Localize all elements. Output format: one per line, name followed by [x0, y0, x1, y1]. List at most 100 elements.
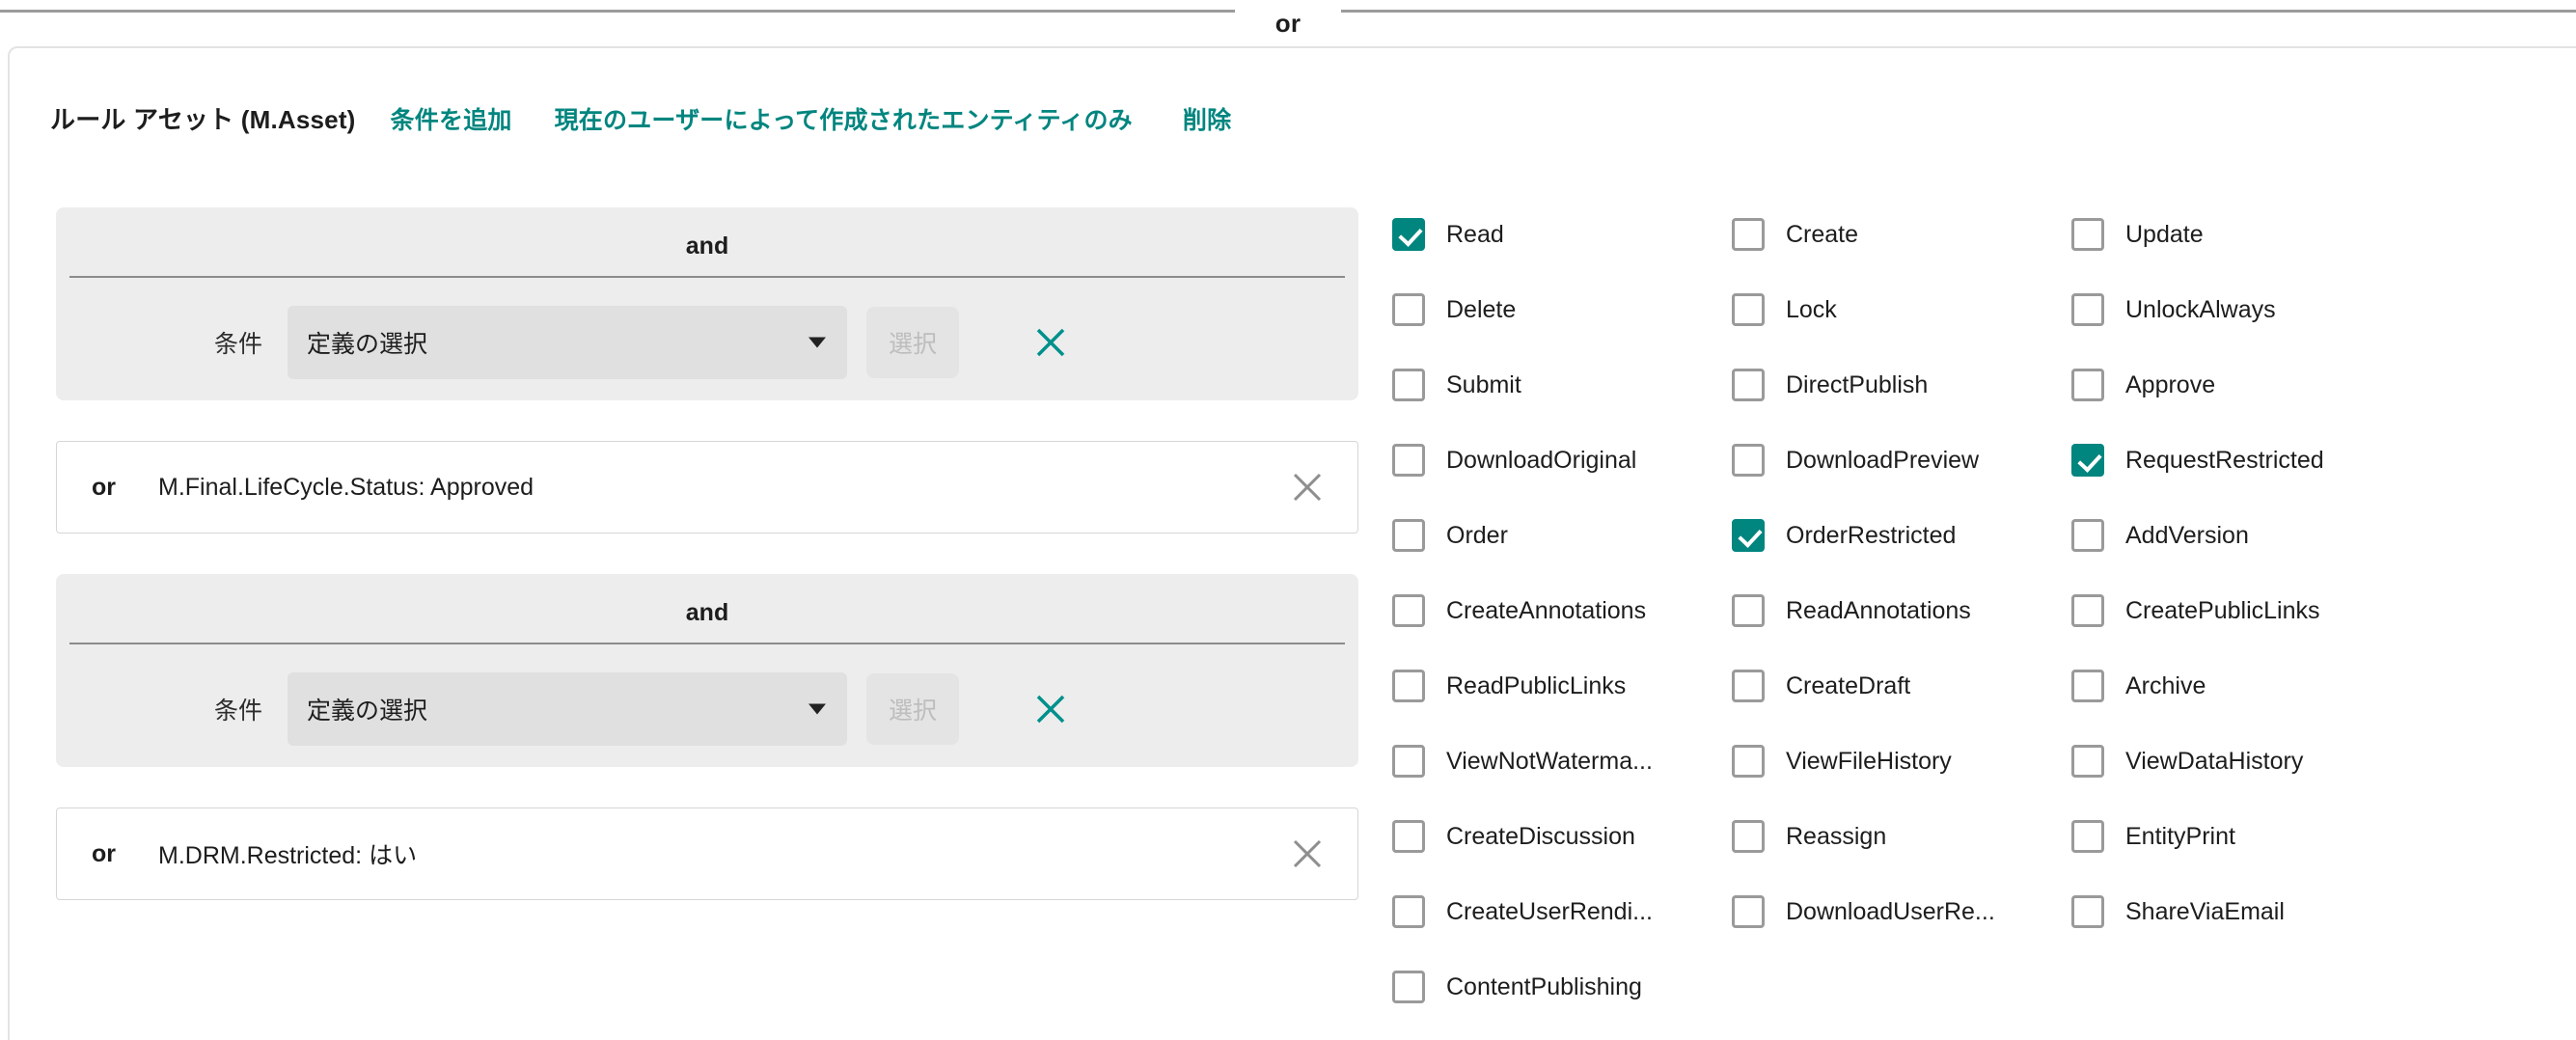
checkbox-unchecked-icon[interactable] [1732, 444, 1765, 477]
permission-checkbox-downloadpreview[interactable]: DownloadPreview [1732, 438, 2071, 482]
permission-checkbox-read[interactable]: Read [1392, 212, 1732, 257]
permission-checkbox-reassign[interactable]: Reassign [1732, 814, 2071, 859]
permission-label: ViewDataHistory [2125, 747, 2304, 775]
permission-checkbox-delete[interactable]: Delete [1392, 287, 1732, 332]
permission-checkbox-requestrestricted[interactable]: RequestRestricted [2071, 438, 2411, 482]
checkbox-unchecked-icon[interactable] [2071, 820, 2104, 853]
checkbox-unchecked-icon[interactable] [1392, 293, 1425, 326]
close-icon [1036, 695, 1065, 724]
permission-label: ReadPublicLinks [1446, 671, 1627, 699]
permission-checkbox-viewnotwaterma[interactable]: ViewNotWaterma... [1392, 739, 1732, 783]
permission-checkbox-addversion[interactable]: AddVersion [2071, 513, 2411, 558]
checkbox-unchecked-icon[interactable] [1392, 745, 1425, 778]
rule-editor-screen: or ルール アセット (M.Asset) 条件を追加 現在のユーザーによって作… [0, 0, 2576, 1040]
chevron-down-icon [808, 337, 826, 348]
permission-label: Submit [1446, 370, 1521, 398]
checkbox-unchecked-icon[interactable] [1392, 895, 1425, 928]
only-current-user-link[interactable]: 現在のユーザーによって作成されたエンティティのみ [555, 101, 1133, 136]
checkbox-unchecked-icon[interactable] [2071, 594, 2104, 627]
checkbox-unchecked-icon[interactable] [2071, 293, 2104, 326]
add-condition-link[interactable]: 条件を追加 [391, 101, 512, 136]
permission-checkbox-shareviaemail[interactable]: ShareViaEmail [2071, 889, 2411, 934]
permission-label: EntityPrint [2125, 822, 2235, 850]
checkbox-checked-icon[interactable] [2071, 444, 2104, 477]
checkbox-unchecked-icon[interactable] [2071, 670, 2104, 702]
delete-rule-link[interactable]: 削除 [1183, 101, 1231, 136]
permission-checkbox-order[interactable]: Order [1392, 513, 1732, 558]
remove-condition-button[interactable] [1028, 687, 1073, 731]
permission-checkbox-lock[interactable]: Lock [1732, 287, 2071, 332]
permission-checkbox-viewfilehistory[interactable]: ViewFileHistory [1732, 739, 2071, 783]
checkbox-checked-icon[interactable] [1392, 218, 1425, 251]
definition-select[interactable]: 定義の選択 [288, 306, 847, 379]
condition-row: 条件 定義の選択 選択 [56, 304, 1358, 381]
checkbox-unchecked-icon[interactable] [1732, 745, 1765, 778]
permission-checkbox-createdraft[interactable]: CreateDraft [1732, 664, 2071, 708]
and-group: and 条件 定義の選択 選択 [56, 574, 1358, 767]
checkbox-unchecked-icon[interactable] [1732, 369, 1765, 401]
checkbox-unchecked-icon[interactable] [1392, 670, 1425, 702]
or-condition-row[interactable]: or M.Final.LifeCycle.Status: Approved [56, 441, 1358, 534]
and-group-label: and [685, 233, 729, 260]
checkbox-unchecked-icon[interactable] [1392, 971, 1425, 1003]
permission-checkbox-createpubliclinks[interactable]: CreatePublicLinks [2071, 588, 2411, 633]
remove-or-condition-button[interactable] [1286, 833, 1329, 875]
checkbox-unchecked-icon[interactable] [2071, 745, 2104, 778]
checkbox-unchecked-icon[interactable] [1392, 444, 1425, 477]
or-row-label: or [92, 473, 116, 501]
pick-button[interactable]: 選択 [866, 307, 959, 378]
checkbox-unchecked-icon[interactable] [1732, 218, 1765, 251]
permission-checkbox-createannotations[interactable]: CreateAnnotations [1392, 588, 1732, 633]
permission-label: CreatePublicLinks [2125, 596, 2320, 624]
checkbox-unchecked-icon[interactable] [1732, 594, 1765, 627]
checkbox-checked-icon[interactable] [1732, 519, 1765, 552]
pick-button[interactable]: 選択 [866, 673, 959, 745]
permission-checkbox-directpublish[interactable]: DirectPublish [1732, 363, 2071, 407]
permission-checkbox-submit[interactable]: Submit [1392, 363, 1732, 407]
checkbox-unchecked-icon[interactable] [1392, 594, 1425, 627]
permission-checkbox-create[interactable]: Create [1732, 212, 2071, 257]
permission-row: CreateDiscussion Reassign EntityPrint [1392, 814, 2531, 889]
permission-label: ViewFileHistory [1786, 747, 1952, 775]
checkbox-unchecked-icon[interactable] [1392, 519, 1425, 552]
permission-checkbox-orderrestricted[interactable]: OrderRestricted [1732, 513, 2071, 558]
checkbox-unchecked-icon[interactable] [1732, 820, 1765, 853]
permission-checkbox-downloaduserre[interactable]: DownloadUserRe... [1732, 889, 2071, 934]
checkbox-unchecked-icon[interactable] [2071, 218, 2104, 251]
permission-label: CreateDraft [1786, 671, 1911, 699]
or-row-expression: M.DRM.Restricted: はい [158, 842, 418, 869]
permission-checkbox-approve[interactable]: Approve [2071, 363, 2411, 407]
checkbox-unchecked-icon[interactable] [1732, 670, 1765, 702]
permission-checkbox-update[interactable]: Update [2071, 212, 2411, 257]
and-group-separator [69, 276, 1345, 278]
checkbox-unchecked-icon[interactable] [2071, 369, 2104, 401]
permission-checkbox-viewdatahistory[interactable]: ViewDataHistory [2071, 739, 2411, 783]
permission-label: Update [2125, 220, 2204, 248]
remove-condition-button[interactable] [1028, 320, 1073, 365]
remove-or-condition-button[interactable] [1286, 466, 1329, 508]
close-icon [1293, 839, 1322, 868]
checkbox-unchecked-icon[interactable] [1732, 293, 1765, 326]
checkbox-unchecked-icon[interactable] [2071, 895, 2104, 928]
permission-checkbox-downloadoriginal[interactable]: DownloadOriginal [1392, 438, 1732, 482]
permission-checkbox-entityprint[interactable]: EntityPrint [2071, 814, 2411, 859]
permission-checkbox-unlockalways[interactable]: UnlockAlways [2071, 287, 2411, 332]
permission-checkbox-creatediscussion[interactable]: CreateDiscussion [1392, 814, 1732, 859]
permission-checkbox-contentpublishing[interactable]: ContentPublishing [1392, 965, 1732, 1009]
checkbox-unchecked-icon[interactable] [1392, 820, 1425, 853]
permission-checkbox-readannotations[interactable]: ReadAnnotations [1732, 588, 2071, 633]
checkbox-unchecked-icon[interactable] [1392, 369, 1425, 401]
definition-select-value: 定義の選択 [307, 331, 428, 358]
permission-checkbox-createuserrendi[interactable]: CreateUserRendi... [1392, 889, 1732, 934]
permission-label: ViewNotWaterma... [1446, 747, 1653, 775]
checkbox-unchecked-icon[interactable] [2071, 519, 2104, 552]
or-condition-row[interactable]: or M.DRM.Restricted: はい [56, 807, 1358, 900]
permission-checkbox-grid: Read Create Update Delete Lock UnlockAlways Su… [1392, 212, 2531, 1040]
permission-label: DownloadUserRe... [1786, 897, 1995, 925]
permission-checkbox-archive[interactable]: Archive [2071, 664, 2411, 708]
permission-checkbox-readpubliclinks[interactable]: ReadPublicLinks [1392, 664, 1732, 708]
permission-cell-empty [2071, 965, 2411, 1009]
chevron-down-icon [808, 703, 826, 715]
definition-select[interactable]: 定義の選択 [288, 672, 847, 746]
checkbox-unchecked-icon[interactable] [1732, 895, 1765, 928]
